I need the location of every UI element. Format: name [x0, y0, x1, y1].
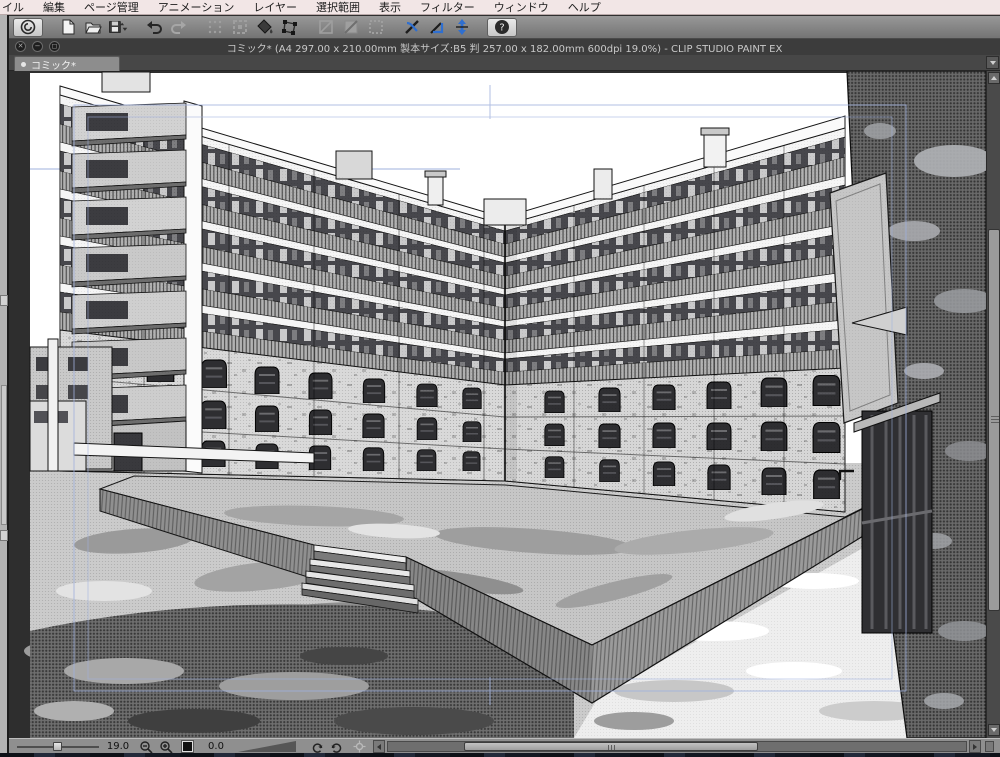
rotate-cw-icon: [331, 743, 341, 753]
snap-ruler-button[interactable]: [401, 18, 423, 37]
tab-list-button[interactable]: [986, 56, 999, 69]
rotate-ccw-icon: [312, 743, 322, 753]
tab-comic[interactable]: コミック*: [14, 56, 120, 72]
vertical-scrollbar[interactable]: [986, 71, 1000, 738]
rotation-value: 0.0: [208, 741, 224, 752]
layer-lock-button[interactable]: [365, 18, 387, 37]
menu-item-window[interactable]: ウィンドウ: [494, 0, 549, 15]
dotted-erase-icon: [208, 20, 222, 34]
arrow-left-icon: [377, 743, 381, 750]
reset-view-icon: [353, 740, 365, 753]
magnifier-plus-icon: [160, 740, 173, 754]
maximize-button[interactable]: ◻: [49, 41, 60, 52]
undo-arrow-icon: [147, 21, 162, 34]
scroll-up-button[interactable]: [988, 72, 1000, 84]
tab-modified-dot-icon: [21, 61, 26, 67]
transform-mesh-icon: [282, 20, 297, 35]
redo-arrow-icon: [171, 21, 186, 34]
save-floppy-icon: [109, 21, 128, 33]
menu-item-page-manage[interactable]: ページ管理: [84, 0, 139, 15]
chevron-down-icon: [989, 60, 996, 65]
canvas-viewport[interactable]: [9, 71, 986, 738]
arrow-right-icon: [973, 743, 977, 750]
transform-button[interactable]: [279, 18, 301, 37]
undo-button[interactable]: [143, 18, 165, 37]
menu-item-view[interactable]: 表示: [379, 0, 401, 15]
help-button[interactable]: ?: [487, 17, 517, 37]
rotate-cw-button[interactable]: [328, 740, 344, 753]
arrow-down-icon: [991, 728, 997, 732]
minimize-button[interactable]: −: [32, 41, 43, 52]
command-bar: ?: [9, 16, 1000, 39]
erase-outside-selection-button[interactable]: [229, 18, 251, 37]
screen: イル 編集 ページ管理 アニメーション レイヤー 選択範囲 表示 フィルター ウ…: [0, 0, 1000, 757]
snap-grid-button[interactable]: [451, 18, 473, 37]
zoom-out-button[interactable]: [137, 740, 155, 754]
slashed-square-icon: [319, 20, 333, 34]
fit-to-screen-button[interactable]: [179, 740, 195, 753]
redo-button[interactable]: [168, 18, 190, 37]
palette-mini-button2[interactable]: [0, 530, 8, 541]
menu-item-animation[interactable]: アニメーション: [158, 0, 235, 15]
zoom-in-button[interactable]: [157, 740, 175, 754]
menu-item-selection[interactable]: 選択範囲: [316, 0, 360, 15]
hscroll-left-button[interactable]: [373, 740, 385, 753]
menu-item-help[interactable]: ヘルプ: [568, 0, 601, 15]
svg-text:?: ?: [499, 23, 504, 34]
snap-special-ruler-button[interactable]: [426, 18, 448, 37]
save-button[interactable]: [107, 18, 129, 37]
erase-button[interactable]: [204, 18, 226, 37]
snap-grid-icon: [456, 19, 468, 35]
clip-studio-logo-icon: [20, 19, 36, 35]
menu-item-layer[interactable]: レイヤー: [253, 0, 297, 15]
close-button[interactable]: ✕: [15, 41, 26, 52]
rotation-ramp-icon: [238, 741, 296, 752]
magnifier-minus-icon: [140, 740, 153, 754]
menu-item-file[interactable]: イル: [2, 0, 24, 15]
new-file-icon: [62, 19, 75, 35]
layer-clip-button[interactable]: [340, 18, 362, 37]
menu-item-edit[interactable]: 編集: [43, 0, 65, 15]
palette-mini-scrollbar[interactable]: [1, 385, 7, 525]
reset-view-button[interactable]: [351, 740, 367, 753]
menubar: イル 編集 ページ管理 アニメーション レイヤー 選択範囲 表示 フィルター ウ…: [0, 0, 1000, 15]
horizontal-scroll-thumb[interactable]: [464, 742, 758, 751]
zoom-slider-handle[interactable]: [53, 742, 62, 751]
fit-screen-icon: [180, 740, 194, 753]
window-controls: ✕ − ◻: [15, 41, 60, 52]
open-file-button[interactable]: [82, 18, 104, 37]
paint-bucket-icon: [257, 19, 273, 34]
arrow-up-icon: [991, 76, 997, 80]
tab-strip: コミック*: [9, 55, 1000, 72]
horizontal-scrollbar[interactable]: [387, 741, 967, 752]
window-title: コミック* (A4 297.00 x 210.00mm 製本サイズ:B5 判 2…: [226, 43, 783, 55]
palette-mini-button[interactable]: [0, 295, 8, 306]
dotted-square-icon: [369, 20, 383, 34]
new-canvas-button[interactable]: [57, 18, 79, 37]
vertical-scroll-thumb[interactable]: [988, 229, 1000, 611]
status-bar: 19.0 0.0: [9, 738, 1000, 754]
snap-ruler-icon: [405, 20, 419, 34]
menu-item-filter[interactable]: フィルター: [420, 0, 475, 15]
clip-studio-logo-button[interactable]: [13, 17, 43, 37]
filled-slashed-square-icon: [344, 20, 358, 34]
scrollbar-corner: [985, 741, 994, 752]
help-icon: ?: [495, 20, 509, 34]
canvas-artwork: [24, 71, 986, 738]
snap-special-ruler-icon: [430, 22, 444, 34]
scroll-down-button[interactable]: [988, 724, 1000, 736]
desktop-strip: [0, 753, 1000, 757]
fill-button[interactable]: [254, 18, 276, 37]
hscroll-right-button[interactable]: [969, 740, 981, 753]
layer-mask-button[interactable]: [315, 18, 337, 37]
zoom-value: 19.0: [106, 741, 130, 752]
rotate-ccw-button[interactable]: [309, 740, 325, 753]
open-folder-icon: [85, 22, 102, 34]
dotted-frame-icon: [233, 20, 247, 34]
window-titlebar[interactable]: ✕ − ◻ コミック* (A4 297.00 x 210.00mm 製本サイズ:…: [9, 39, 1000, 55]
left-palette-sliver[interactable]: [0, 15, 9, 757]
tab-label: コミック*: [31, 60, 76, 72]
rotation-slider[interactable]: [237, 740, 297, 753]
